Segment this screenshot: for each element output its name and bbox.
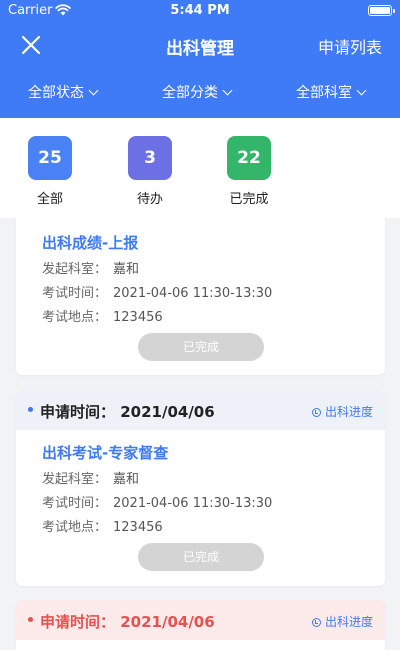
- stats-panel: 25 全部 3 待办 22 已完成: [0, 118, 400, 218]
- list-item[interactable]: 申请时间： 2021/04/06 出科进度: [16, 600, 385, 650]
- completed-button[interactable]: 已完成: [138, 543, 264, 571]
- chevron-down-icon: [356, 85, 367, 96]
- completed-button[interactable]: 已完成: [138, 333, 264, 361]
- application-list[interactable]: 出科成绩-上报 发起科室： 嘉和 考试时间： 2021-04-06 11:30-13…: [0, 218, 400, 650]
- card-row-department: 发起科室： 嘉和: [42, 262, 140, 277]
- nav-bar: 出科管理 申请列表: [0, 28, 400, 62]
- card-row-exam-location: 考试地点： 123456: [42, 310, 163, 325]
- filter-status-dropdown[interactable]: 全部状态: [28, 82, 99, 102]
- header: Carrier 5:44 PM 出科管理 申请列表 全部状态 全部分类 全部科室: [0, 0, 400, 118]
- clock: 5:44 PM: [170, 3, 230, 18]
- card-title[interactable]: 出科成绩-上报: [42, 232, 138, 253]
- progress-link[interactable]: 出科进度: [311, 613, 373, 630]
- filter-category-label: 全部分类: [162, 85, 218, 101]
- stat-all-label: 全部: [36, 192, 63, 207]
- progress-link[interactable]: 出科进度: [311, 403, 373, 420]
- stat-completed-label: 已完成: [229, 192, 269, 207]
- stat-completed[interactable]: 22 已完成: [219, 136, 279, 207]
- stat-pending-count: 3: [128, 136, 172, 180]
- chevron-down-icon: [88, 85, 99, 96]
- list-item[interactable]: 出科成绩-上报 发起科室： 嘉和 考试时间： 2021-04-06 11:30-13…: [16, 218, 385, 375]
- card-row-exam-location: 考试地点： 123456: [42, 520, 163, 535]
- filter-category-dropdown[interactable]: 全部分类: [162, 82, 233, 102]
- clock-icon: [311, 408, 321, 417]
- card-row-exam-time: 考试时间： 2021-04-06 11:30-13:30: [42, 496, 273, 511]
- apply-time: 申请时间： 2021/04/06: [40, 403, 215, 421]
- list-item[interactable]: 申请时间： 2021/04/06 出科进度 出科考试-专家督查 发起科室： 嘉和 …: [16, 390, 385, 586]
- apply-list-button[interactable]: 申请列表: [318, 34, 382, 58]
- card-header: 申请时间： 2021/04/06 出科进度: [16, 600, 385, 640]
- stat-all-count: 25: [28, 136, 72, 180]
- card-header: 申请时间： 2021/04/06 出科进度: [16, 390, 385, 430]
- stat-pending-label: 待办: [136, 192, 163, 207]
- filter-status-label: 全部状态: [28, 85, 84, 101]
- card-row-exam-time: 考试时间： 2021-04-06 11:30-13:30: [42, 286, 273, 301]
- stat-pending[interactable]: 3 待办: [120, 136, 180, 207]
- card-title[interactable]: 出科考试-专家督查: [42, 442, 168, 463]
- clock-icon: [311, 618, 321, 627]
- apply-time: 申请时间： 2021/04/06: [40, 613, 215, 631]
- status-dot: [28, 617, 33, 622]
- card-row-department: 发起科室： 嘉和: [42, 472, 140, 487]
- stat-all[interactable]: 25 全部: [20, 136, 80, 207]
- status-dot: [28, 407, 33, 412]
- filter-department-dropdown[interactable]: 全部科室: [296, 82, 367, 102]
- battery-icon: [368, 5, 395, 16]
- status-bar: Carrier 5:44 PM: [0, 0, 400, 22]
- filter-department-label: 全部科室: [296, 85, 352, 101]
- stat-completed-count: 22: [227, 136, 271, 180]
- filter-bar: 全部状态 全部分类 全部科室: [0, 80, 400, 106]
- chevron-down-icon: [222, 85, 233, 96]
